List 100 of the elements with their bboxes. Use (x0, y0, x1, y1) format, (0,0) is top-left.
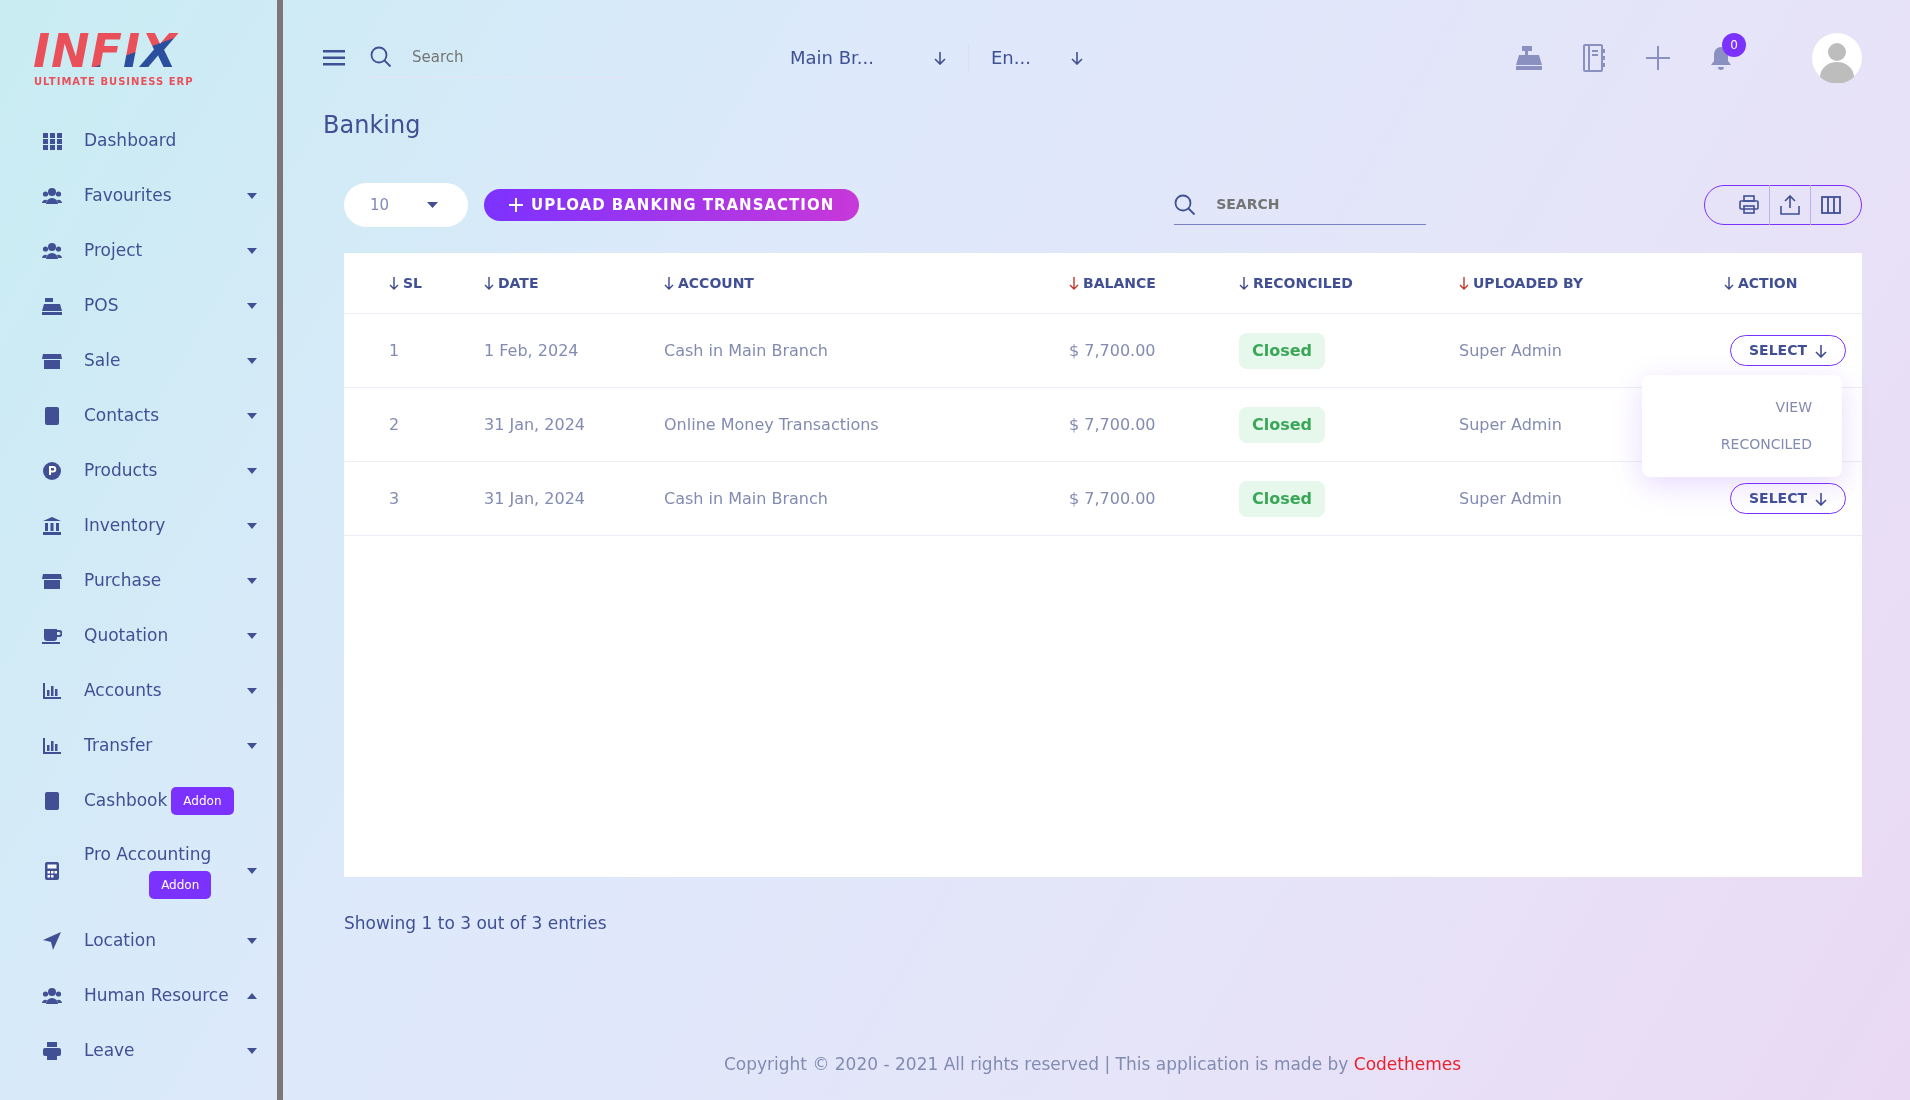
sort-arrow-icon[interactable] (1239, 276, 1249, 290)
status-badge: Closed (1239, 332, 1326, 369)
bar-chart-icon (42, 735, 62, 756)
status-badge: Closed (1239, 480, 1326, 517)
table-cell: 3 (389, 488, 400, 508)
table-cell: 1 (389, 340, 400, 360)
sidebar-item[interactable]: Inventory (84, 512, 166, 539)
caret-down-icon[interactable] (247, 192, 257, 199)
caret-down-icon[interactable] (247, 632, 257, 639)
menu-icon[interactable] (323, 48, 345, 67)
caret-down-icon[interactable] (247, 577, 257, 584)
select-button[interactable]: SELECT (1730, 483, 1846, 514)
column-header[interactable]: ACTION (1738, 272, 1798, 294)
users-icon (42, 240, 62, 261)
table-cell: 31 Jan, 2024 (484, 414, 585, 434)
printer-icon (42, 1040, 62, 1061)
sidebar-item[interactable]: Project (84, 237, 143, 264)
column-header[interactable]: ACCOUNT (678, 272, 754, 294)
column-header[interactable]: SL (403, 272, 422, 294)
arrow-down-icon (1815, 343, 1827, 358)
notification-count: 0 (1722, 32, 1746, 57)
table-cell: Cash in Main Branch (664, 488, 828, 508)
addon-badge: Addon (149, 871, 212, 900)
table-search-field[interactable]: SEARCH (1214, 193, 1395, 216)
column-header[interactable]: RECONCILED (1253, 272, 1353, 294)
bell-icon[interactable] (1710, 44, 1732, 71)
table-cell: 2 (389, 414, 400, 434)
upload-icon[interactable] (1780, 195, 1800, 215)
arrow-down-icon (933, 50, 946, 65)
menu-item[interactable]: RECONCILED (1642, 426, 1842, 463)
sidebar-item[interactable]: Cashbook (84, 787, 168, 814)
sidebar-item[interactable]: Location (84, 927, 156, 954)
language-dropdown[interactable]: En... (990, 44, 1083, 71)
sidebar-item[interactable]: Dashboard (84, 127, 177, 154)
sort-arrow-icon[interactable] (1459, 276, 1469, 290)
arrow-down-icon (1070, 50, 1083, 65)
caret-down-icon[interactable] (247, 247, 257, 254)
sidebar-item[interactable]: Human Resource (84, 982, 229, 1009)
addon-badge: Addon (171, 786, 234, 815)
caret-down-icon[interactable] (247, 522, 257, 529)
table-cell: $ 7,700.00 (1069, 340, 1156, 360)
column-header[interactable]: DATE (498, 272, 539, 294)
table-cell: Super Admin (1459, 488, 1562, 508)
search-icon (1174, 193, 1197, 216)
table-cell: 1 Feb, 2024 (484, 340, 579, 360)
status-badge: Closed (1239, 406, 1326, 443)
caret-down-icon[interactable] (247, 867, 257, 874)
footer-link[interactable]: Codethemes (1353, 1053, 1462, 1074)
grid-icon (42, 130, 62, 151)
page-size-select[interactable]: 10 (344, 183, 468, 227)
caret-down-icon[interactable] (247, 467, 257, 474)
sidebar-item[interactable]: Leave (84, 1037, 135, 1064)
entries-info: Showing 1 to 3 out of 3 entries (344, 912, 608, 935)
table-cell: Cash in Main Branch (664, 340, 828, 360)
printer-icon[interactable] (1739, 195, 1759, 215)
caret-up-icon[interactable] (247, 992, 257, 999)
sidebar-item[interactable]: Contacts (84, 402, 159, 429)
search-field[interactable]: Search (410, 44, 590, 70)
sort-arrow-icon[interactable] (1069, 276, 1079, 290)
table-cell: Super Admin (1459, 340, 1562, 360)
caret-down-icon[interactable] (247, 302, 257, 309)
sidebar-item[interactable]: Sale (84, 347, 121, 374)
caret-down-icon[interactable] (247, 742, 257, 749)
branch-dropdown[interactable]: Main Br... (790, 44, 969, 71)
bank-icon (42, 515, 62, 536)
caret-down-icon[interactable] (247, 687, 257, 694)
sort-arrow-icon[interactable] (484, 276, 494, 290)
caret-down-icon (427, 202, 438, 208)
table-cell: Super Admin (1459, 414, 1562, 434)
arrow-down-icon (1815, 491, 1827, 506)
caret-down-icon[interactable] (247, 357, 257, 364)
sidebar-item[interactable]: Transfer (84, 732, 153, 759)
caret-down-icon[interactable] (247, 1047, 257, 1054)
caret-down-icon[interactable] (247, 412, 257, 419)
column-header[interactable]: BALANCE (1083, 272, 1156, 294)
sidebar-item[interactable]: POS (84, 292, 119, 319)
sidebar-item[interactable]: Accounts (84, 677, 162, 704)
sort-arrow-icon[interactable] (389, 276, 399, 290)
menu-item[interactable]: VIEW (1642, 389, 1842, 426)
users-icon (42, 185, 62, 206)
upload-button[interactable]: UPLOAD BANKING TRANSACTION (484, 188, 860, 222)
cash-register-icon (42, 295, 62, 316)
calculator-icon (42, 860, 62, 881)
caret-down-icon[interactable] (247, 937, 257, 944)
logo-tagline: ULTIMATE BUSINESS ERP (34, 75, 195, 89)
sidebar-item[interactable]: Pro Accounting (84, 841, 212, 868)
navigation-arrow-icon (42, 930, 62, 951)
select-button[interactable]: SELECT (1730, 335, 1846, 366)
sidebar-item[interactable]: Favourites (84, 182, 172, 209)
columns-icon[interactable] (1821, 195, 1841, 215)
sort-arrow-icon[interactable] (664, 276, 674, 290)
sidebar-item[interactable]: Products (84, 457, 158, 484)
book-icon (42, 405, 62, 426)
bar-chart-icon (42, 680, 62, 701)
book-icon (42, 790, 62, 811)
sort-arrow-icon[interactable] (1724, 276, 1734, 290)
column-header[interactable]: UPLOADED BY (1473, 272, 1584, 294)
plus-icon (509, 198, 523, 212)
sidebar-item[interactable]: Purchase (84, 567, 162, 594)
sidebar-item[interactable]: Quotation (84, 622, 169, 649)
